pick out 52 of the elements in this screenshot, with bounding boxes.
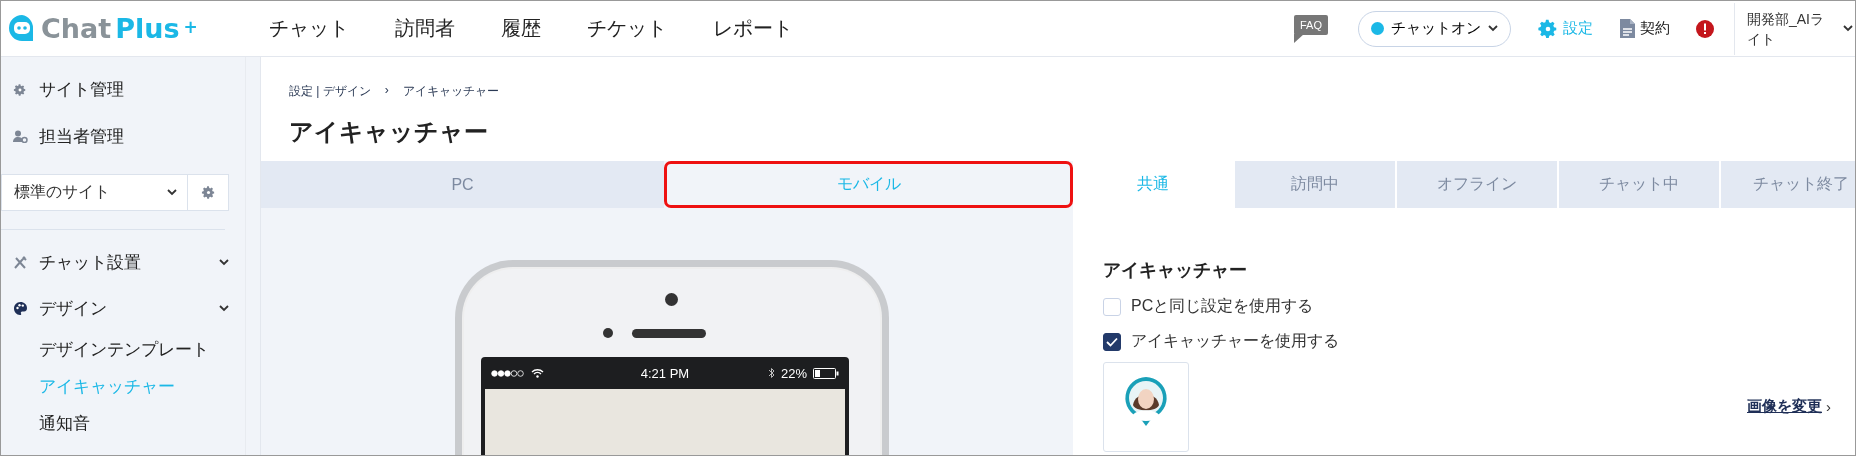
user-name[interactable]: 開発部_AIライト: [1747, 8, 1835, 49]
chevron-down-icon: [219, 304, 229, 312]
wifi-icon: [531, 368, 544, 378]
gear-icon: [13, 82, 27, 97]
chevron-down-icon: [1488, 25, 1498, 32]
change-image-link[interactable]: 画像を変更: [1747, 397, 1822, 416]
sidebar-subitem[interactable]: 通知音: [1, 405, 245, 442]
section-heading: アイキャッチャー: [1103, 259, 1248, 282]
chevron-down-icon: [1843, 25, 1853, 32]
nav-link[interactable]: レポート: [713, 15, 793, 42]
page-title: アイキャッチャー: [289, 117, 489, 147]
chat-status-dropdown[interactable]: チャットオン: [1358, 10, 1511, 47]
battery-icon: [813, 367, 839, 379]
sidebar-menu-item[interactable]: チャット設置: [1, 239, 245, 285]
person-gear-icon: [12, 130, 28, 143]
sidebar-subitem[interactable]: デザインテンプレート: [1, 331, 245, 368]
nav-link[interactable]: 履歴: [501, 15, 541, 42]
battery-percent: 22%: [780, 365, 807, 381]
bluetooth-icon: [767, 367, 775, 379]
nav-link[interactable]: チケット: [587, 15, 667, 42]
sidebar-menu-item[interactable]: デザイン: [1, 285, 245, 331]
nav-link[interactable]: チャット: [269, 15, 349, 42]
palette-icon: [12, 300, 28, 316]
tools-icon: [12, 254, 28, 270]
checkbox-label: アイキャッチャーを使用する: [1131, 331, 1339, 351]
sensor-dot: [603, 328, 613, 338]
gear-icon: [1537, 17, 1559, 40]
sidebar-item[interactable]: サイト管理: [1, 66, 245, 113]
camera-dot: [665, 293, 678, 306]
site-select[interactable]: 標準のサイト: [1, 174, 188, 211]
contract-link[interactable]: 契約: [1619, 18, 1670, 39]
check-icon: [1106, 336, 1118, 347]
breadcrumb-separator: ›: [384, 83, 389, 99]
link-arrow: ›: [1826, 398, 1831, 415]
breadcrumb-current: アイキャッチャー: [402, 83, 499, 100]
logo-text: Plus: [115, 13, 180, 44]
signal-icon: [491, 369, 525, 377]
nav-link[interactable]: 訪問者: [395, 15, 455, 42]
scrollbar[interactable]: [245, 57, 261, 455]
logo-text: Chat: [41, 13, 112, 44]
phone-time: 4:21 PM: [640, 365, 690, 381]
gear-icon: [200, 185, 216, 200]
chevron-down-icon: [219, 258, 229, 266]
chevron-down-icon: [167, 189, 177, 196]
checkbox[interactable]: [1103, 332, 1121, 351]
logo-plus-mark: +: [183, 16, 198, 37]
breadcrumb-link[interactable]: 設定 | デザイン: [289, 83, 371, 100]
site-settings-button[interactable]: [188, 174, 229, 211]
alert-icon[interactable]: [1696, 19, 1714, 38]
checkbox-label: PCと同じ設定を使用する: [1131, 296, 1314, 316]
sidebar-item[interactable]: 担当者管理: [1, 113, 245, 160]
document-icon: [1619, 18, 1636, 39]
